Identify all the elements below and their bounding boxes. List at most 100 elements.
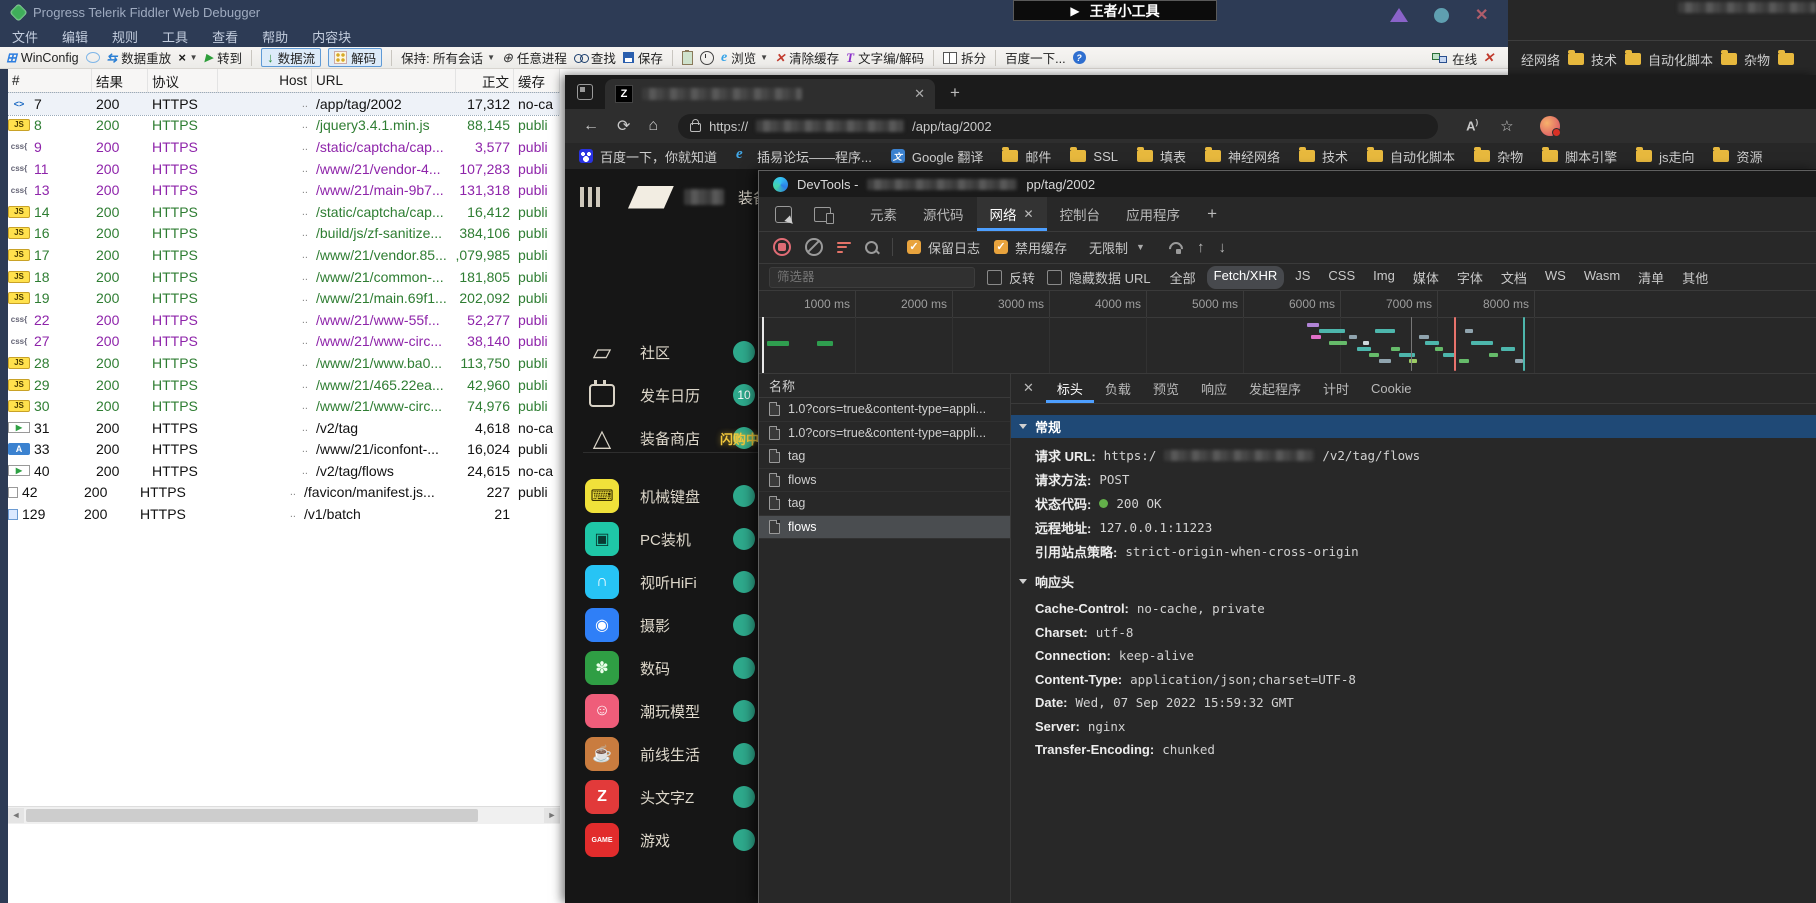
scroll-thumb[interactable] — [26, 809, 478, 822]
more-tabs-icon[interactable]: + — [1207, 204, 1217, 224]
bookmark-item[interactable]: 技术 — [1568, 50, 1617, 69]
throttle-dropdown[interactable]: 无限制 ▼ — [1081, 236, 1153, 259]
menu-item[interactable]: 工具 — [162, 27, 188, 46]
bookmark-item[interactable]: 脚本引擎 — [1542, 147, 1617, 166]
hide-data-url-checkbox[interactable]: 隐藏数据 URL — [1047, 268, 1151, 287]
filter-pill[interactable]: Wasm — [1577, 266, 1627, 289]
close-detail-icon[interactable]: ✕ — [1023, 380, 1034, 396]
scroll-left-arrow[interactable]: ◄ — [8, 808, 24, 823]
remove-sessions-button[interactable]: × ▼ — [178, 50, 198, 65]
record-icon[interactable] — [773, 238, 791, 256]
menu-item[interactable]: 查看 — [212, 27, 238, 46]
browse-button[interactable]: e 浏览 ▼ — [721, 48, 768, 67]
tab-network[interactable]: 网络 ✕ — [976, 197, 1047, 231]
tab-actions-icon[interactable] — [577, 84, 593, 100]
go-button[interactable]: ▶ 转到 — [205, 48, 242, 67]
session-row[interactable]: A 33 200 HTTPS /www/21/iconfont-... 16,0… — [8, 439, 560, 461]
filter-pill[interactable]: 字体 — [1450, 266, 1490, 289]
detail-tab[interactable]: Cookie — [1360, 373, 1422, 403]
session-row[interactable]: 129 200 HTTPS /v1/batch 21 — [8, 503, 560, 525]
save-button[interactable]: 保存 — [622, 48, 663, 67]
clear-cache-button[interactable]: ✕ 清除缓存 — [775, 48, 839, 67]
device-toolbar-icon[interactable] — [814, 206, 834, 224]
request-row[interactable]: tag — [759, 492, 1010, 516]
bookmark-item[interactable]: 百度一下，你就知道 — [579, 147, 717, 166]
address-bar[interactable]: https:// /app/tag/2002 — [678, 113, 1439, 139]
hamburger-icon[interactable] — [580, 187, 600, 207]
filter-pill[interactable]: Fetch/XHR — [1206, 265, 1285, 289]
horizontal-scrollbar[interactable]: ◄ ► — [8, 806, 560, 824]
filter-pill[interactable]: 媒体 — [1406, 266, 1446, 289]
preserve-log-checkbox[interactable]: ✓ 保留日志 — [907, 238, 980, 257]
bookmark-item[interactable]: 杂物 — [1474, 147, 1523, 166]
tab-application[interactable]: 应用程序 — [1113, 197, 1193, 231]
request-row[interactable]: flows — [759, 515, 1010, 539]
fiddler-titlebar[interactable]: Progress Telerik Fiddler Web Debugger — [0, 0, 1508, 25]
text-encoder-button[interactable]: T 文字编/解码 — [846, 48, 924, 67]
session-row[interactable]: JS 28 200 HTTPS /www/21/www.ba0... 113,7… — [8, 352, 560, 374]
close-icon[interactable]: ✕ — [1483, 50, 1494, 66]
decode-toggle[interactable]: 解码 — [328, 48, 383, 67]
bookmark-item[interactable]: e 插易论坛——程序... — [736, 146, 872, 166]
bookmark-item[interactable]: 经网络 — [1514, 50, 1560, 69]
help-icon[interactable]: ? — [1072, 51, 1086, 64]
filter-pill[interactable]: JS — [1288, 266, 1317, 289]
bookmark-item[interactable]: 自动化脚本 — [1367, 147, 1455, 166]
session-row[interactable]: JS 29 200 HTTPS /www/21/465.22ea... 42,9… — [8, 374, 560, 396]
keep-sessions-dropdown[interactable]: 保持: 所有会话 ▼ — [401, 48, 495, 67]
tab-sources[interactable]: 源代码 — [910, 197, 977, 231]
menu-item[interactable]: 规则 — [112, 27, 138, 46]
tearoff-button[interactable]: 拆分 — [943, 48, 986, 67]
bookmark-item[interactable] — [1778, 50, 1801, 65]
clipboard-icon[interactable] — [681, 49, 693, 65]
filter-pill[interactable]: Img — [1366, 266, 1402, 289]
new-tab-button[interactable]: + — [950, 83, 960, 103]
bookmark-item[interactable]: 自动化脚本 — [1625, 50, 1713, 69]
clear-icon[interactable] — [805, 238, 823, 256]
bookmark-item[interactable]: 资源 — [1713, 147, 1763, 166]
bookmark-item[interactable]: js走向 — [1636, 147, 1694, 166]
session-row[interactable]: JS 16 200 HTTPS /build/js/zf-sanitize...… — [8, 223, 560, 245]
detail-tab[interactable]: 标头 — [1046, 373, 1094, 403]
bookmark-item[interactable]: 填表 — [1137, 147, 1186, 166]
bookmark-item[interactable]: 杂物 — [1721, 50, 1770, 69]
filter-pill[interactable]: 清单 — [1631, 266, 1671, 289]
request-row[interactable]: 1.0?cors=true&content-type=appli... — [759, 422, 1010, 445]
request-row[interactable]: flows — [759, 469, 1010, 492]
scroll-right-arrow[interactable]: ► — [544, 808, 560, 823]
import-har-icon[interactable]: ↑ — [1197, 239, 1205, 256]
session-row[interactable]: 42 200 HTTPS /favicon/manifest.js... 227… — [8, 482, 560, 504]
network-conditions-icon[interactable] — [1167, 242, 1183, 254]
comment-icon[interactable] — [85, 52, 100, 63]
bookmark-item[interactable]: 神经网络 — [1205, 147, 1280, 166]
inspect-element-icon[interactable] — [775, 205, 792, 223]
session-row[interactable]: css{ 9 200 HTTPS /static/captcha/cap... … — [8, 136, 560, 158]
filter-pill[interactable]: CSS — [1321, 266, 1362, 289]
tab-console[interactable]: 控制台 — [1047, 197, 1114, 231]
winconfig-button[interactable]: ⊞ WinConfig — [6, 50, 79, 66]
session-row[interactable]: <> 7 200 HTTPS /app/tag/2002 17,312 no-c… — [8, 92, 560, 116]
find-button[interactable]: 查找 — [573, 48, 616, 67]
tab-elements[interactable]: 元素 — [857, 197, 910, 231]
refresh-icon[interactable]: ⟳ — [617, 116, 630, 136]
detail-tab[interactable]: 预览 — [1142, 373, 1190, 403]
browser-tab[interactable]: Z ✕ — [605, 79, 935, 109]
session-row[interactable]: ▶ 40 200 HTTPS /v2/tag/flows 24,615 no-c… — [8, 460, 560, 482]
any-process-button[interactable]: ⊕ 任意进程 — [502, 48, 567, 67]
invert-checkbox[interactable]: 反转 — [987, 268, 1035, 287]
session-row[interactable]: css{ 13 200 HTTPS /www/21/main-9b7... 13… — [8, 179, 560, 201]
search-icon[interactable] — [865, 240, 878, 254]
disable-cache-checkbox[interactable]: ✓ 禁用缓存 — [994, 238, 1067, 257]
replay-button[interactable]: ⇆ 数据重放 — [107, 48, 172, 67]
filter-pill[interactable]: 其他 — [1675, 266, 1715, 289]
bookmark-item[interactable]: 技术 — [1299, 147, 1348, 166]
tab-close-icon[interactable]: ✕ — [1024, 207, 1034, 221]
menu-item[interactable]: 内容块 — [312, 27, 351, 46]
session-row[interactable]: css{ 22 200 HTTPS /www/21/www-55f... 52,… — [8, 309, 560, 331]
filter-input[interactable] — [769, 266, 975, 288]
detail-tab[interactable]: 负载 — [1094, 373, 1142, 403]
menu-item[interactable]: 编辑 — [62, 27, 88, 46]
response-headers-section-header[interactable]: 响应头 — [1011, 569, 1816, 593]
request-row[interactable]: tag — [759, 445, 1010, 469]
favorite-star-icon[interactable]: ☆ — [1500, 117, 1513, 135]
